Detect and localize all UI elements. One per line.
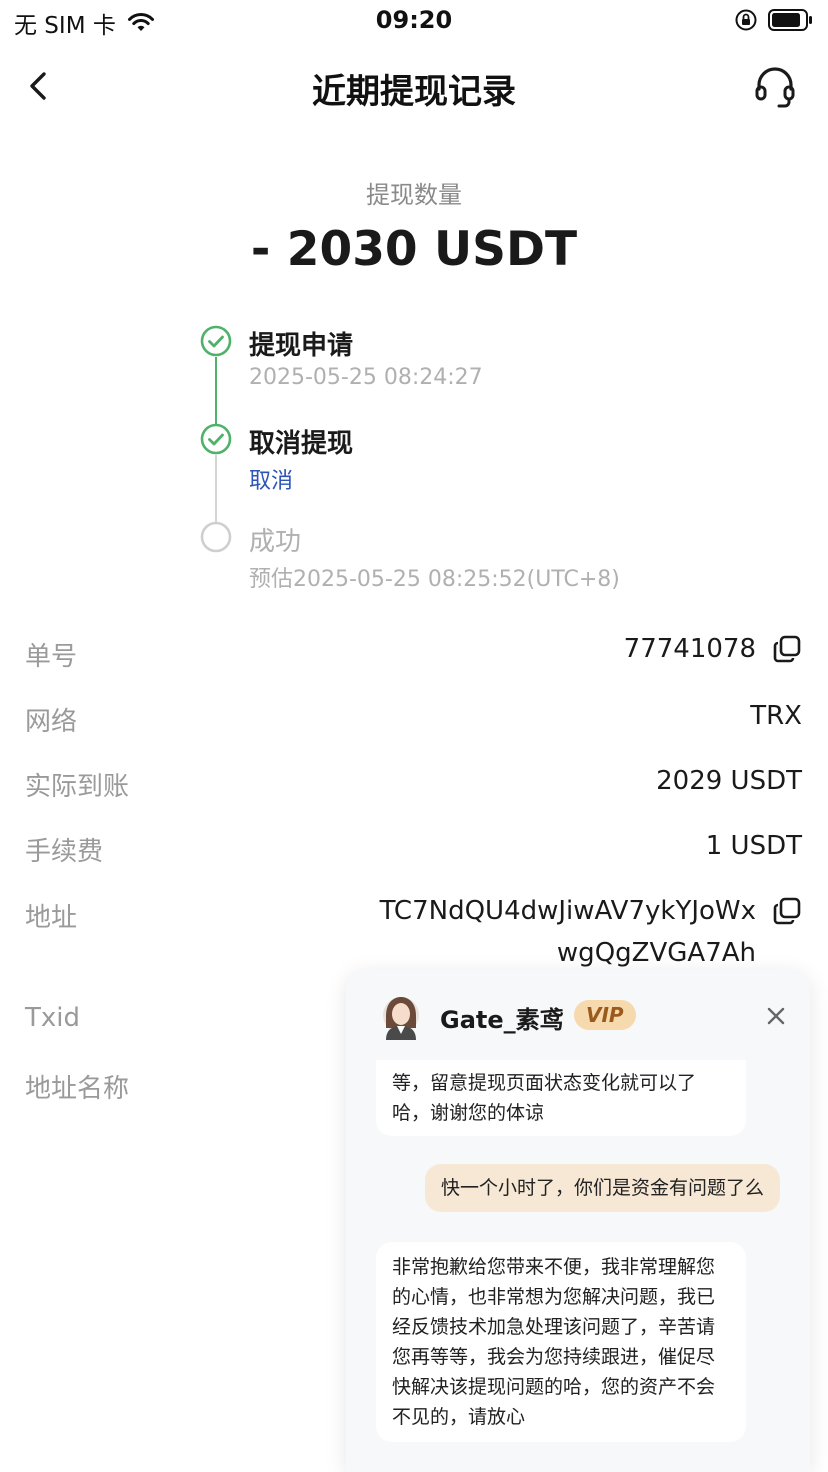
fee-label: 手续费 [25,837,104,867]
headset-icon[interactable] [752,64,798,110]
empty-circle-icon [200,521,232,553]
chat-message-line: 经反馈技术加急处理该问题了，辛苦请 [392,1316,716,1338]
chat-message-line: 快一个小时了，你们是资金有问题了么 [440,1177,764,1199]
agent-avatar [383,997,419,1040]
address-name-label: 地址名称 [25,1074,130,1104]
address-value-line2: wgQgZVGA7Ah [556,938,756,968]
chat-message-agent: 等，留意提现页面状态变化就可以了 哈，谢谢您的体谅 [376,1060,746,1136]
order-number-row: 77741078 [624,634,802,664]
check-circle-icon [200,325,232,357]
copy-icon[interactable] [772,896,802,926]
timeline-step-time: 预估2025-05-25 08:25:52(UTC+8) [249,567,620,592]
chat-message-line: 哈，谢谢您的体谅 [392,1102,545,1124]
txid-label: Txid [25,1003,80,1033]
support-chat-panel: Gate_素鸢 VIP 等，留意提现页面状态变化就可以了 哈，谢谢您的体谅 快一… [346,970,810,1472]
timeline-step-title: 成功 [249,527,302,557]
received-value: 2029 USDT [656,766,802,796]
copy-icon[interactable] [772,634,802,664]
timeline-connector [215,455,217,525]
chat-message-agent: 非常抱歉给您带来不便，我非常理解您 的心情，也非常想为您解决问题，我已 经反馈技… [376,1242,746,1442]
vip-badge: VIP [574,1000,636,1030]
amount-value: - 2030 USDT [250,222,578,277]
rotation-lock-icon [735,9,757,31]
cancel-link[interactable]: 取消 [249,463,293,495]
chat-message-line: 非常抱歉给您带来不便，我非常理解您 [392,1256,716,1278]
order-number-label: 单号 [25,642,78,672]
order-number-value: 77741078 [623,634,756,664]
status-time: 09:20 [375,6,453,34]
network-label: 网络 [25,707,78,737]
check-circle-icon [200,423,232,455]
status-right [734,8,814,32]
timeline-step-time: 2025-05-25 08:24:27 [249,365,483,390]
close-icon[interactable] [764,1004,788,1028]
status-timeline: 提现申请 2025-05-25 08:24:27 取消提现 取消 成功 预估20… [200,325,800,595]
address-row: TC7NdQU4dwJiwAV7ykYJoWx [380,896,802,926]
amount-label: 提现数量 [366,181,462,209]
chat-message-user: 快一个小时了，你们是资金有问题了么 [424,1164,780,1212]
chat-message-line: 您再等等，我会为您持续跟进，催促尽 [392,1346,716,1368]
chat-message-line: 的心情，也非常想为您解决问题，我已 [392,1286,716,1308]
fee-value: 1 USDT [705,831,802,861]
received-label: 实际到账 [25,772,130,802]
nav-bar: 近期提现记录 [0,50,828,120]
chat-message-line: 不见的，请放心 [392,1406,526,1428]
chat-header: Gate_素鸢 VIP [346,970,810,1062]
network-value: TRX [750,701,802,731]
chat-message-line: 等，留意提现页面状态变化就可以了 [392,1072,697,1094]
chat-message-line: 快解决该提现问题的哈，您的资产不会 [392,1376,716,1398]
status-bar: 无 SIM 卡 09:20 [0,0,828,44]
timeline-step-title: 取消提现 [249,429,354,459]
address-label: 地址 [25,903,78,933]
battery-icon [768,9,812,31]
timeline-step-title: 提现申请 [249,331,354,361]
page-title: 近期提现记录 [312,72,516,112]
timeline-connector [215,357,217,427]
agent-name: Gate_素鸢 [440,1006,564,1034]
address-value-line1: TC7NdQU4dwJiwAV7ykYJoWx [379,896,756,926]
